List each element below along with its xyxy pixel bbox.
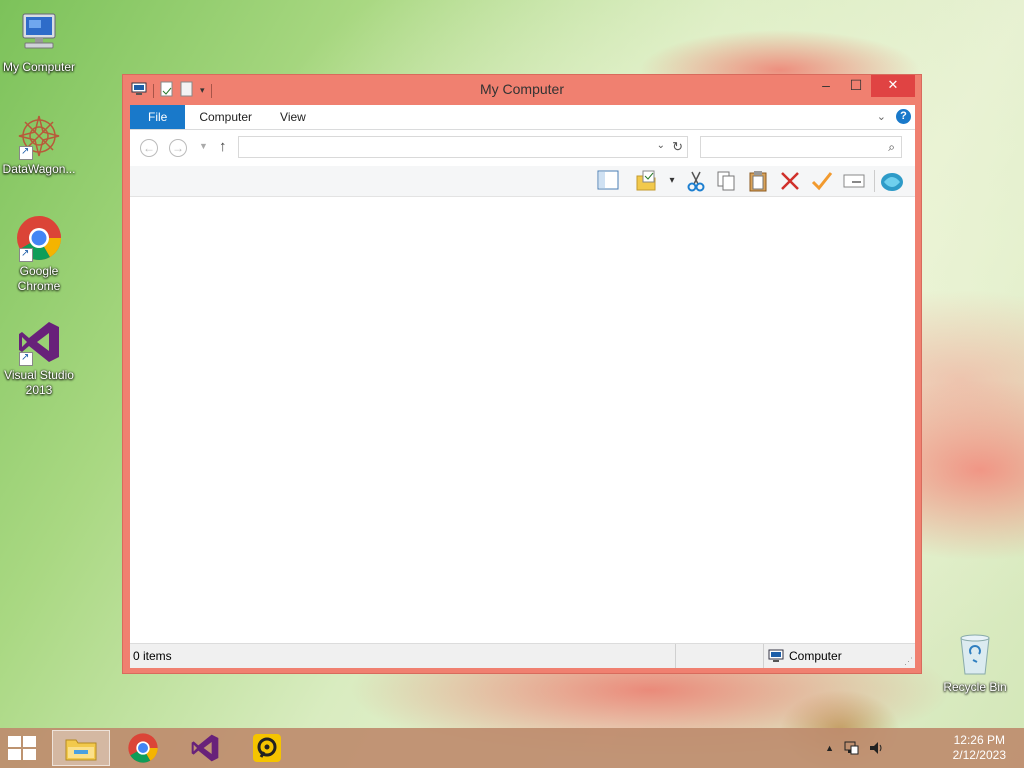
tab-computer[interactable]: Computer — [185, 105, 266, 129]
folder-check-icon[interactable] — [634, 170, 658, 192]
forward-button[interactable]: → — [169, 139, 187, 157]
desktop-icon-label: Recycle Bin — [943, 680, 1007, 694]
desktop-icon-my-computer[interactable]: My Computer — [0, 10, 81, 75]
window-title: My Computer — [479, 81, 565, 97]
taskbar-file-explorer[interactable] — [52, 730, 110, 766]
shortcut-arrow-icon — [19, 350, 33, 366]
cut-icon[interactable] — [684, 170, 708, 192]
tab-file[interactable]: File — [130, 105, 186, 129]
back-button[interactable]: ← — [140, 139, 158, 157]
clock-time: 12:26 PM — [953, 733, 1005, 747]
items-count: 0 items — [133, 649, 172, 663]
web-icon[interactable] — [880, 170, 904, 192]
show-hidden-icons-icon[interactable]: ▲ — [825, 740, 834, 759]
desktop-icon-recycle-bin[interactable]: Recycle Bin — [933, 630, 1017, 695]
desktop-icon-label: My Computer — [2, 60, 76, 74]
datawagon-icon — [15, 112, 63, 160]
ribbon-tabs: File Computer View ⌄ ? — [130, 105, 915, 130]
rename-icon[interactable] — [842, 170, 866, 192]
chrome-icon — [128, 733, 158, 763]
computer-icon — [15, 10, 63, 58]
desktop-icon-visual-studio[interactable]: Visual Studio 2013 — [0, 318, 81, 398]
status-divider — [763, 644, 764, 668]
minimize-button[interactable]: ‒ — [811, 75, 841, 97]
system-tray: ▲ — [825, 740, 884, 759]
windows-logo-icon — [23, 736, 36, 747]
visual-studio-icon — [191, 734, 219, 762]
window-controls: ‒ ☐ ✕ — [811, 75, 915, 97]
navigation-bar: ← → ▼ ↑ ⌄ ↻ ⌕ — [130, 130, 915, 166]
network-icon[interactable] — [843, 740, 859, 759]
shortcut-arrow-icon — [19, 144, 33, 160]
search-icon: ⌕ — [888, 140, 895, 154]
taskbar-remote-app[interactable] — [238, 730, 296, 766]
volume-icon[interactable] — [868, 740, 884, 759]
desktop-icon-label: DataWagon... — [2, 162, 76, 176]
window-body: File Computer View ⌄ ? ← → ▼ ↑ ⌄ ↻ ⌕ ▾ 0… — [130, 105, 915, 668]
start-button[interactable] — [8, 736, 38, 760]
paste-icon[interactable] — [746, 170, 770, 192]
address-dropdown-icon[interactable]: ⌄ — [657, 140, 665, 151]
title-bar[interactable]: ▾ My Computer ‒ ☐ ✕ — [123, 75, 921, 105]
windows-logo-icon — [23, 749, 36, 760]
clock-date: 2/12/2023 — [952, 748, 1006, 762]
remote-desktop-icon — [253, 734, 281, 762]
recycle-bin-icon — [951, 630, 999, 678]
desktop-icon-datawagon[interactable]: DataWagon... — [0, 112, 81, 177]
clock[interactable]: 12:26 PM 2/12/2023 — [953, 733, 1006, 763]
resize-grip-icon[interactable]: ⋰ — [904, 656, 913, 667]
help-icon[interactable]: ? — [896, 109, 911, 124]
status-bar: 0 items Computer ⋰ — [130, 643, 915, 668]
refresh-icon[interactable]: ↻ — [672, 139, 683, 155]
ribbon-controls: ⌄ ? — [877, 109, 911, 124]
delete-icon[interactable] — [778, 170, 802, 192]
desktop-icon-label: Google Chrome — [17, 264, 61, 293]
windows-logo-icon — [8, 736, 21, 747]
desktop-icon-google-chrome[interactable]: Google Chrome — [0, 214, 81, 294]
explorer-window[interactable]: ▾ My Computer ‒ ☐ ✕ File Computer View ⌄… — [122, 74, 922, 674]
computer-small-icon — [768, 649, 784, 662]
search-input[interactable]: ⌕ — [700, 136, 902, 158]
status-divider — [675, 644, 676, 668]
taskbar-google-chrome[interactable] — [114, 730, 172, 766]
tab-view[interactable]: View — [266, 105, 320, 129]
copy-icon[interactable] — [714, 170, 738, 192]
up-button[interactable]: ↑ — [219, 138, 227, 155]
taskbar-visual-studio[interactable] — [176, 730, 234, 766]
close-button[interactable]: ✕ — [871, 75, 915, 97]
pane-icon[interactable] — [596, 170, 620, 192]
desktop-icon-label: Visual Studio 2013 — [4, 368, 74, 397]
shortcut-arrow-icon — [19, 246, 33, 262]
address-bar[interactable]: ⌄ ↻ — [238, 136, 688, 158]
location-label: Computer — [789, 649, 842, 663]
command-toolbar: ▾ — [130, 166, 915, 197]
properties-icon[interactable] — [810, 170, 834, 192]
toolbar-separator — [874, 170, 875, 192]
dropdown-icon[interactable]: ▾ — [660, 170, 684, 192]
recent-locations-icon[interactable]: ▼ — [199, 141, 208, 151]
file-list-area[interactable] — [130, 197, 915, 644]
windows-logo-icon — [8, 749, 21, 760]
expand-ribbon-icon[interactable]: ⌄ — [877, 110, 886, 123]
chrome-icon — [15, 214, 63, 262]
maximize-button[interactable]: ☐ — [841, 75, 871, 97]
visual-studio-icon — [15, 318, 63, 366]
status-location: Computer — [768, 649, 842, 663]
taskbar: ▲ 12:26 PM 2/12/2023 — [0, 728, 1024, 768]
file-explorer-icon — [65, 739, 97, 761]
